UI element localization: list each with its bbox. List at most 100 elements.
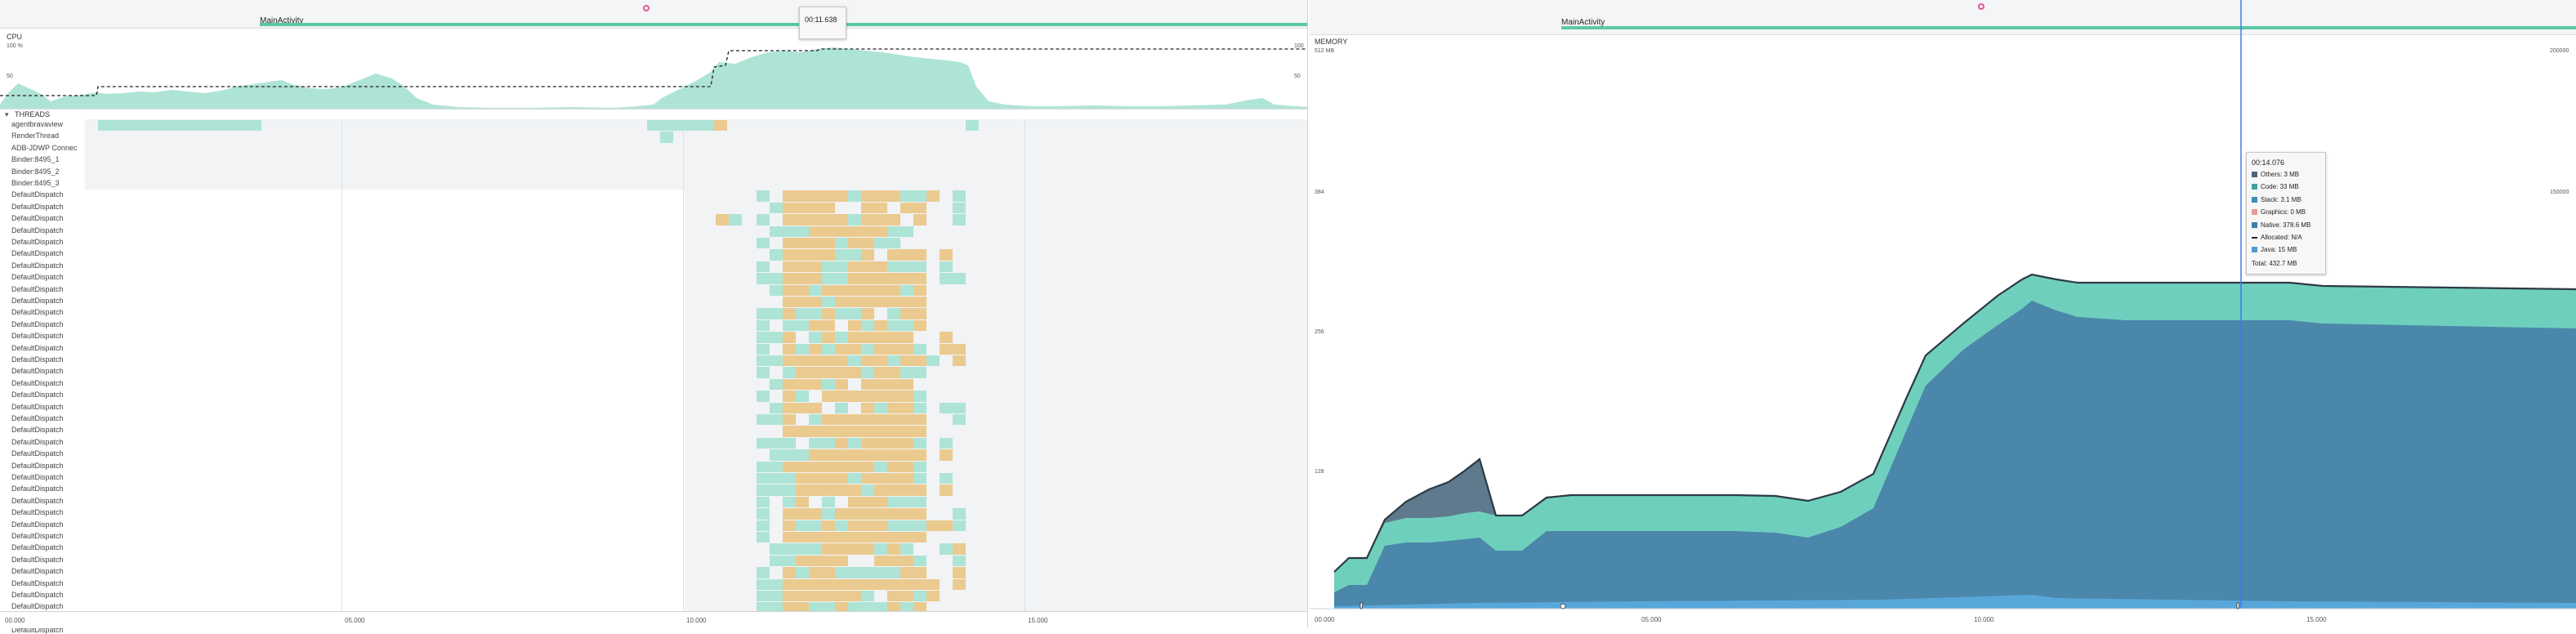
thread-state-block[interactable] [913,532,926,543]
thread-state-block[interactable] [874,355,887,367]
thread-state-block[interactable] [770,332,783,343]
thread-label[interactable]: DefaultDispatch [11,473,64,481]
thread-state-block[interactable] [757,591,770,602]
thread-state-block[interactable] [887,284,900,296]
thread-state-block[interactable] [861,308,874,319]
thread-state-block[interactable] [783,214,796,225]
thread-state-block[interactable] [796,284,809,296]
thread-label[interactable]: DefaultDispatch [11,320,64,328]
thread-label[interactable]: DefaultDispatch [11,249,64,257]
thread-state-block[interactable] [770,543,783,555]
thread-state-block[interactable] [796,449,809,461]
thread-state-block[interactable] [770,273,783,284]
thread-state-block[interactable] [835,332,848,343]
thread-state-block[interactable] [796,543,809,555]
thread-state-block[interactable] [783,484,796,496]
thread-state-block[interactable] [900,308,913,319]
thread-state-block[interactable] [809,190,822,202]
thread-state-block[interactable] [809,555,822,567]
thread-state-block[interactable] [783,343,796,355]
thread-state-block[interactable] [783,402,796,413]
thread-state-block[interactable] [913,426,926,437]
thread-state-block[interactable] [796,461,809,472]
thread-state-block[interactable] [783,532,796,543]
thread-state-block[interactable] [900,202,913,214]
thread-state-block[interactable] [848,343,861,355]
thread-state-block[interactable] [940,520,953,531]
thread-state-block[interactable] [835,261,848,273]
thread-label[interactable]: DefaultDispatch [11,355,64,364]
thread-state-block[interactable] [757,484,770,496]
thread-state-block[interactable] [900,343,913,355]
thread-state-block[interactable] [835,555,848,567]
thread-state-block[interactable] [848,297,861,308]
thread-state-block[interactable] [926,578,940,590]
thread-state-block[interactable] [757,319,770,332]
thread-state-block[interactable] [874,343,887,355]
thread-state-block[interactable] [887,261,900,273]
thread-state-block[interactable] [913,343,926,355]
thread-state-block[interactable] [822,473,835,484]
thread-state-block[interactable] [796,238,809,249]
thread-state-block[interactable] [783,308,796,319]
thread-state-block[interactable] [796,297,809,308]
thread-state-block[interactable] [757,367,770,378]
thread-state-block[interactable] [809,402,822,413]
thread-state-block[interactable] [900,355,913,367]
thread-state-block[interactable] [900,532,913,543]
thread-state-block[interactable] [848,543,861,555]
thread-state-block[interactable] [757,308,770,319]
thread-state-block[interactable] [647,120,714,132]
thread-state-block[interactable] [835,473,848,484]
thread-state-block[interactable] [940,437,953,449]
thread-label[interactable]: DefaultDispatch [11,567,64,575]
thread-state-block[interactable] [835,461,848,472]
thread-state-block[interactable] [783,261,796,273]
thread-state-block[interactable] [861,496,874,508]
thread-state-block[interactable] [874,555,887,567]
thread-state-block[interactable] [809,508,822,520]
thread-state-block[interactable] [887,426,900,437]
thread-state-block[interactable] [835,508,848,520]
thread-state-block[interactable] [874,426,887,437]
thread-state-block[interactable] [874,284,887,296]
thread-label[interactable]: DefaultDispatch [11,190,64,199]
thread-state-block[interactable] [809,449,822,461]
thread-state-block[interactable] [848,484,861,496]
thread-state-block[interactable] [900,402,913,413]
thread-state-block[interactable] [913,355,926,367]
thread-state-block[interactable] [796,273,809,284]
thread-state-block[interactable] [874,532,887,543]
thread-label[interactable]: ADB-JDWP Connec [11,144,77,152]
thread-label[interactable]: DefaultDispatch [11,332,64,340]
thread-state-block[interactable] [900,591,913,602]
thread-state-block[interactable] [783,202,796,214]
thread-state-block[interactable] [861,355,874,367]
thread-state-block[interactable] [900,319,913,332]
thread-state-block[interactable] [796,225,809,237]
thread-state-block[interactable] [796,426,809,437]
thread-state-block[interactable] [822,355,835,367]
thread-state-block[interactable] [953,508,966,520]
thread-state-block[interactable] [770,402,783,413]
thread-state-block[interactable] [757,578,770,590]
thread-state-block[interactable] [822,238,835,249]
thread-state-block[interactable] [861,238,874,249]
thread-state-block[interactable] [822,297,835,308]
thread-state-block[interactable] [861,225,874,237]
thread-state-block[interactable] [874,202,887,214]
thread-state-block[interactable] [835,343,848,355]
thread-label[interactable]: DefaultDispatch [11,579,64,587]
thread-state-block[interactable] [770,284,783,296]
thread-state-block[interactable] [913,508,926,520]
thread-state-block[interactable] [98,120,261,132]
thread-state-block[interactable] [887,319,900,332]
thread-state-block[interactable] [783,508,796,520]
thread-state-block[interactable] [809,214,822,225]
thread-state-block[interactable] [861,578,874,590]
thread-state-block[interactable] [822,567,835,578]
thread-state-block[interactable] [887,249,900,261]
thread-state-block[interactable] [953,202,966,214]
thread-state-block[interactable] [887,496,900,508]
thread-state-block[interactable] [913,273,926,284]
